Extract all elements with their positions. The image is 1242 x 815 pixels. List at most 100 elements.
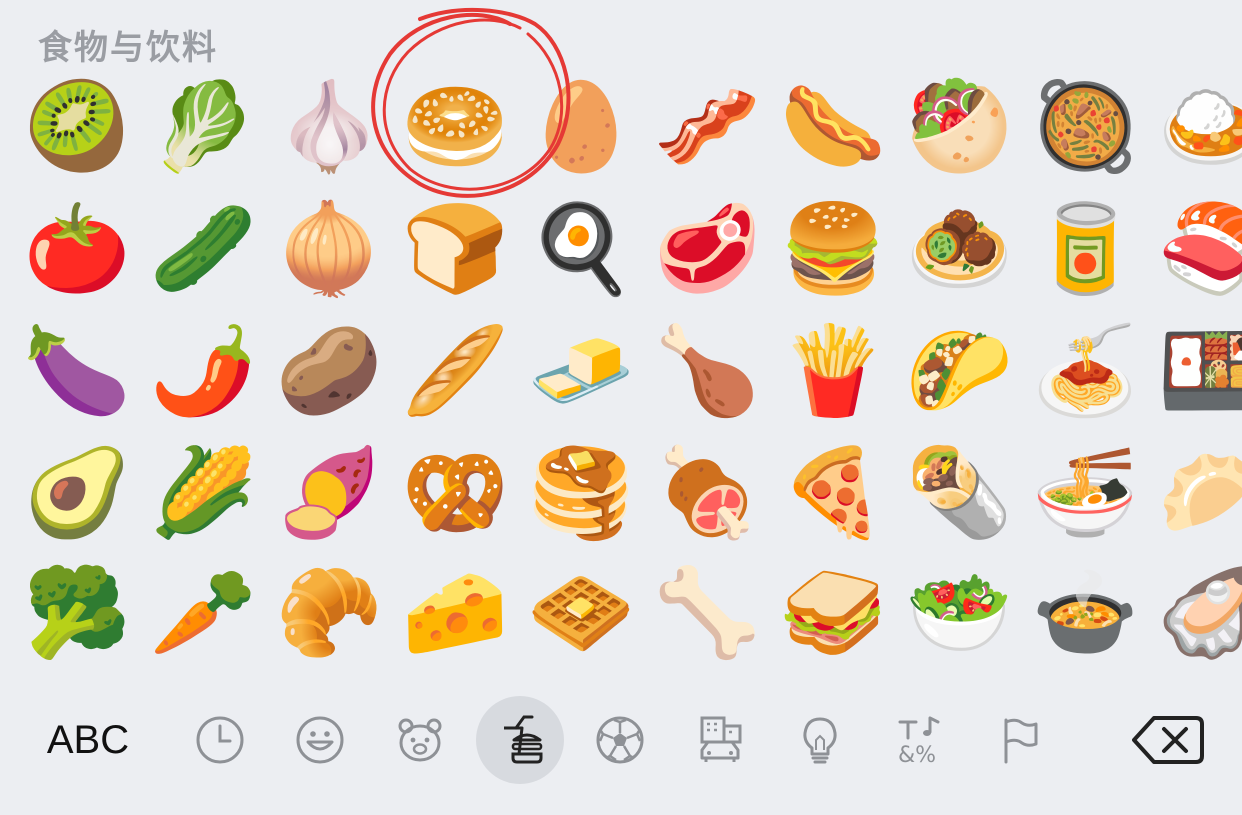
emoji-onion-key[interactable]: 🧅	[274, 194, 384, 304]
canned-food-emoji-icon: 🥫	[1031, 199, 1139, 299]
kiwi-emoji-icon: 🥝	[23, 77, 131, 177]
emoji-bagel-key[interactable]: 🥯	[400, 72, 510, 182]
waffle-emoji-icon: 🧇	[527, 563, 635, 663]
pot-of-food-emoji-icon: 🍲	[1031, 563, 1139, 663]
emoji-egg-key[interactable]: 🥚	[526, 72, 636, 182]
emoji-french-fries-key[interactable]: 🍟	[778, 316, 888, 426]
emoji-noodles-key[interactable]: 🍜	[1030, 438, 1140, 548]
emoji-dumpling-key[interactable]: 🥟	[1156, 438, 1242, 548]
emoji-pizza-key[interactable]: 🍕	[778, 438, 888, 548]
emoji-falafel-key[interactable]: 🧆	[904, 194, 1014, 304]
emoji-toolbar: ABC &%	[0, 690, 1242, 790]
emoji-cucumber-key[interactable]: 🥒	[148, 194, 258, 304]
emoji-sweet-potato-key[interactable]: 🍠	[274, 438, 384, 548]
leafy-green-emoji-icon: 🥬	[149, 77, 257, 177]
emoji-canned-food-key[interactable]: 🥫	[1030, 194, 1140, 304]
category-animals-button[interactable]	[376, 696, 464, 784]
flag-icon	[1004, 718, 1038, 764]
emoji-hot-dog-key[interactable]: 🌭	[778, 72, 888, 182]
category-symbols-button[interactable]: &%	[876, 696, 964, 784]
emoji-bacon-key[interactable]: 🥓	[652, 72, 762, 182]
emoji-potato-key[interactable]: 🥔	[274, 316, 384, 426]
noodles-emoji-icon: 🍜	[1031, 443, 1139, 543]
category-activity-button[interactable]	[576, 696, 664, 784]
carrot-emoji-icon: 🥕	[149, 563, 257, 663]
bread-emoji-icon: 🍞	[401, 199, 509, 299]
burrito-emoji-icon: 🌯	[905, 443, 1013, 543]
poultry-leg-emoji-icon: 🍗	[653, 321, 761, 421]
emoji-cut-of-meat-key[interactable]: 🥩	[652, 194, 762, 304]
emoji-shallow-pan-food-key[interactable]: 🥘	[1030, 72, 1140, 182]
cooking-emoji-icon: 🍳	[527, 199, 635, 299]
meat-on-bone-emoji-icon: 🍖	[653, 443, 761, 543]
emoji-meat-on-bone-key[interactable]: 🍖	[652, 438, 762, 548]
soccer-ball-icon	[596, 716, 644, 764]
category-food-button[interactable]	[476, 696, 564, 784]
category-recent-button[interactable]	[176, 696, 264, 784]
sandwich-emoji-icon: 🥪	[779, 563, 887, 663]
abc-button[interactable]: ABC	[38, 690, 138, 790]
emoji-oyster-key[interactable]: 🦪	[1156, 558, 1242, 668]
emoji-carrot-key[interactable]: 🥕	[148, 558, 258, 668]
category-smileys-button[interactable]	[276, 696, 364, 784]
green-salad-emoji-icon: 🥗	[905, 563, 1013, 663]
emoji-sushi-key[interactable]: 🍣	[1156, 194, 1242, 304]
emoji-eggplant-key[interactable]: 🍆	[22, 316, 132, 426]
emoji-hamburger-key[interactable]: 🍔	[778, 194, 888, 304]
emoji-waffle-key[interactable]: 🧇	[526, 558, 636, 668]
emoji-kiwi-key[interactable]: 🥝	[22, 72, 132, 182]
emoji-poultry-leg-key[interactable]: 🍗	[652, 316, 762, 426]
falafel-emoji-icon: 🧆	[905, 199, 1013, 299]
emoji-grid: 🥝 🥬 🧄 🥯 🥚 🥓 🌭 🥙 🥘 🍛 🍅 🥒 🧅 🍞 🍳 🥩 🍔 🧆 🥫 🍣 🍆 🌶️ 🥔 🥖 🧈 🍗 🍟 🌮 🍝 🍱 🥑 🌽 🍠 🥨 🥞 🍖 🍕 🌯 🍜…	[0, 72, 1242, 672]
emoji-stuffed-flatbread-key[interactable]: 🥙	[904, 72, 1014, 182]
hamburger-emoji-icon: 🍔	[779, 199, 887, 299]
bacon-emoji-icon: 🥓	[653, 77, 761, 177]
onion-emoji-icon: 🧅	[275, 199, 383, 299]
emoji-tomato-key[interactable]: 🍅	[22, 194, 132, 304]
shallow-pan-food-emoji-icon: 🥘	[1031, 77, 1139, 177]
emoji-bread-key[interactable]: 🍞	[400, 194, 510, 304]
eggplant-emoji-icon: 🍆	[23, 321, 131, 421]
emoji-cheese-key[interactable]: 🧀	[400, 558, 510, 668]
emoji-pot-of-food-key[interactable]: 🍲	[1030, 558, 1140, 668]
emoji-cooking-key[interactable]: 🍳	[526, 194, 636, 304]
baguette-emoji-icon: 🥖	[401, 321, 509, 421]
section-title: 食物与饮料	[38, 28, 218, 68]
spaghetti-emoji-icon: 🍝	[1031, 321, 1139, 421]
emoji-leafy-green-key[interactable]: 🥬	[148, 72, 258, 182]
emoji-garlic-key[interactable]: 🧄	[274, 72, 384, 182]
dumpling-emoji-icon: 🥟	[1157, 443, 1242, 543]
backspace-button[interactable]	[1120, 690, 1216, 790]
oyster-emoji-icon: 🦪	[1157, 563, 1242, 663]
emoji-corn-key[interactable]: 🌽	[148, 438, 258, 548]
emoji-bone-key[interactable]: 🦴	[652, 558, 762, 668]
cheese-emoji-icon: 🧀	[401, 563, 509, 663]
emoji-avocado-key[interactable]: 🥑	[22, 438, 132, 548]
emoji-pretzel-key[interactable]: 🥨	[400, 438, 510, 548]
broccoli-emoji-icon: 🥦	[23, 563, 131, 663]
egg-emoji-icon: 🥚	[527, 77, 635, 177]
emoji-spaghetti-key[interactable]: 🍝	[1030, 316, 1140, 426]
emoji-croissant-key[interactable]: 🥐	[274, 558, 384, 668]
category-objects-button[interactable]	[776, 696, 864, 784]
backspace-icon	[1132, 716, 1204, 764]
emoji-green-salad-key[interactable]: 🥗	[904, 558, 1014, 668]
curry-rice-emoji-icon: 🍛	[1157, 77, 1242, 177]
emoji-bento-box-key[interactable]: 🍱	[1156, 316, 1242, 426]
potato-emoji-icon: 🥔	[275, 321, 383, 421]
emoji-butter-key[interactable]: 🧈	[526, 316, 636, 426]
emoji-hot-pepper-key[interactable]: 🌶️	[148, 316, 258, 426]
emoji-broccoli-key[interactable]: 🥦	[22, 558, 132, 668]
hot-dog-emoji-icon: 🌭	[779, 77, 887, 177]
emoji-burrito-key[interactable]: 🌯	[904, 438, 1014, 548]
category-flags-button[interactable]	[976, 696, 1064, 784]
emoji-curry-rice-key[interactable]: 🍛	[1156, 72, 1242, 182]
smiley-icon	[296, 716, 344, 764]
hot-pepper-emoji-icon: 🌶️	[149, 321, 257, 421]
emoji-sandwich-key[interactable]: 🥪	[778, 558, 888, 668]
emoji-baguette-key[interactable]: 🥖	[400, 316, 510, 426]
avocado-emoji-icon: 🥑	[23, 443, 131, 543]
category-travel-button[interactable]	[676, 696, 764, 784]
emoji-pancakes-key[interactable]: 🥞	[526, 438, 636, 548]
emoji-taco-key[interactable]: 🌮	[904, 316, 1014, 426]
